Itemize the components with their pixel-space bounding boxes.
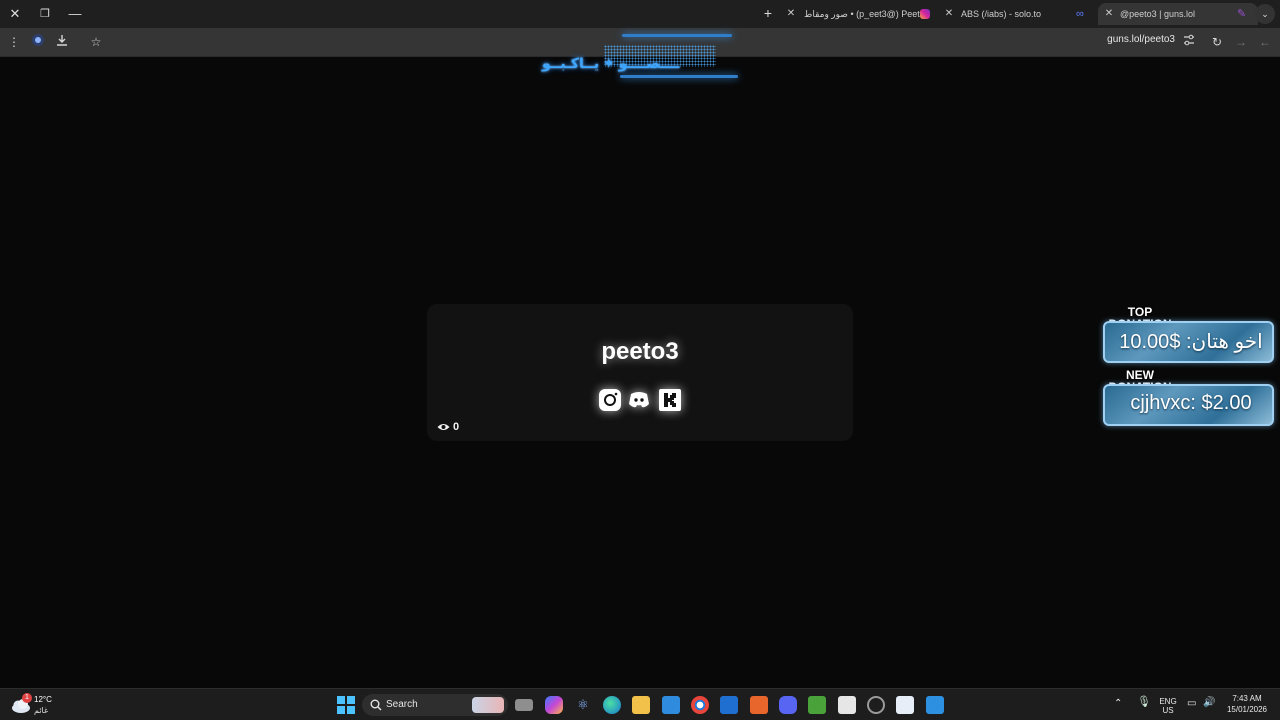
tab-title: صور ومقاط • (p_eet3@) Peeto3 <box>804 9 930 19</box>
gunslol-icon: ✎ <box>1237 8 1247 20</box>
weather-temp: 12°C <box>34 695 52 704</box>
app-window-icon[interactable] <box>896 696 914 714</box>
weather-condition: غائم <box>34 706 49 715</box>
tab-title: ABS (/iabs) - solo.to <box>961 9 1042 19</box>
tab-close-icon[interactable]: ✕ <box>942 3 956 25</box>
discord-icon[interactable] <box>627 388 651 412</box>
glow-bar <box>622 34 732 37</box>
language-indicator[interactable]: ENG US <box>1158 697 1178 715</box>
edge-icon[interactable] <box>603 696 621 714</box>
url-text[interactable]: guns.lol/peeto3 <box>1107 34 1175 45</box>
glow-bar <box>620 75 738 78</box>
clock-time: 7:43 AM <box>1232 694 1262 703</box>
search-label: Search <box>386 699 418 710</box>
social-links <box>597 388 685 414</box>
start-icon[interactable] <box>337 696 355 714</box>
microphone-icon[interactable]: 🎙 <box>1137 697 1151 708</box>
reload-icon[interactable]: ↻ <box>1208 33 1226 51</box>
download-icon[interactable] <box>53 33 71 51</box>
minecraft-icon[interactable] <box>808 696 826 714</box>
outlook-icon[interactable] <box>720 696 738 714</box>
tab-title: @peeto3 | guns.lol <box>1120 9 1196 19</box>
instagram-icon[interactable] <box>598 388 622 412</box>
extension-icon[interactable] <box>29 33 47 51</box>
chrome-icon[interactable] <box>691 696 709 714</box>
microsoft-store-icon[interactable] <box>662 696 680 714</box>
kick-icon[interactable] <box>658 388 682 412</box>
glitch-title-text: ــــصــــو ✦ يــاكـبــو <box>542 55 680 71</box>
view-count-value: 0 <box>453 421 460 433</box>
tab-search-dropdown[interactable]: ⌄ <box>1255 4 1275 24</box>
capcut-icon[interactable] <box>838 696 856 714</box>
tab-gunslol[interactable]: ✕ @peeto3 | guns.lol ✎ <box>1098 3 1258 25</box>
copilot-icon[interactable] <box>545 696 563 714</box>
app-icon[interactable] <box>750 696 768 714</box>
search-highlight-image <box>472 697 504 713</box>
chrome-profile-icon[interactable] <box>867 696 885 714</box>
profile-card: peeto3 0 <box>427 304 853 441</box>
bookmark-star-icon[interactable]: ☆ <box>87 33 105 51</box>
menu-icon[interactable]: ⋮ <box>5 33 23 51</box>
tab-strip: ✕ ❐ — + ✕ صور ومقاط • (p_eet3@) Peeto3 ✕… <box>0 0 1280 28</box>
weather-widget[interactable]: 1 12°C غائم <box>10 693 70 719</box>
new-donation-widget: NEW DONATION cjjhvxc: $2.00 <box>1095 369 1277 427</box>
volume-icon[interactable]: 🔊 <box>1203 698 1215 708</box>
language-line: US <box>1162 706 1174 715</box>
close-window-button[interactable]: ✕ <box>4 4 26 24</box>
tab-solo[interactable]: ✕ ABS (/iabs) - solo.to ∞ <box>940 3 1096 25</box>
new-donation-amount: cjjhvxc: $2.00 <box>1130 392 1252 414</box>
minimize-window-button[interactable]: — <box>64 4 86 24</box>
username: peeto3 <box>601 338 679 365</box>
file-explorer-icon[interactable] <box>632 696 650 714</box>
task-view-icon[interactable] <box>515 699 533 711</box>
eye-icon <box>437 424 450 430</box>
solo-icon: ∞ <box>1076 8 1084 20</box>
profile-page: ــــصــــو ✦ يــاكـبــو peeto3 0 TOP DON… <box>0 34 1280 688</box>
tab-close-icon[interactable]: ✕ <box>1102 3 1116 25</box>
top-donation-amount: اخو هتان: $10.00 <box>1119 331 1263 353</box>
language-line: ENG <box>1159 697 1177 706</box>
discord-taskbar-icon[interactable] <box>779 696 797 714</box>
windows-taskbar: 1 12°C غائم Search ⚛ ⌃ 🎙 ENG US ▭ 🔊 7:43… <box>0 688 1280 720</box>
network-icon[interactable]: ▭ <box>1187 699 1196 709</box>
glitch-title: ــــصــــو ✦ يــاكـبــو <box>542 34 742 92</box>
donation-box: cjjhvxc: $2.00 <box>1103 384 1274 426</box>
clock[interactable]: 7:43 AM 15/01/2026 <box>1224 694 1270 714</box>
search-icon <box>370 699 382 711</box>
site-settings-icon[interactable] <box>1180 33 1198 51</box>
new-tab-button[interactable]: + <box>761 4 775 22</box>
chevron-up-icon[interactable]: ⌃ <box>1114 699 1122 709</box>
tab-close-icon[interactable]: ✕ <box>784 3 798 25</box>
restore-window-button[interactable]: ❐ <box>34 4 56 24</box>
taskbar-search[interactable]: Search <box>362 694 508 716</box>
donation-box: اخو هتان: $10.00 <box>1103 321 1274 363</box>
clock-date: 15/01/2026 <box>1226 705 1268 714</box>
instagram-icon <box>920 9 930 19</box>
weather-alert-badge: 1 <box>22 693 32 703</box>
back-icon[interactable]: ← <box>1256 33 1274 51</box>
react-app-icon[interactable]: ⚛ <box>574 696 592 714</box>
top-donation-widget: TOP DONATION اخو هتان: $10.00 <box>1095 306 1277 364</box>
paint-icon[interactable] <box>926 696 944 714</box>
forward-icon[interactable]: → <box>1232 33 1250 51</box>
tab-instagram[interactable]: ✕ صور ومقاط • (p_eet3@) Peeto3 <box>782 3 938 25</box>
